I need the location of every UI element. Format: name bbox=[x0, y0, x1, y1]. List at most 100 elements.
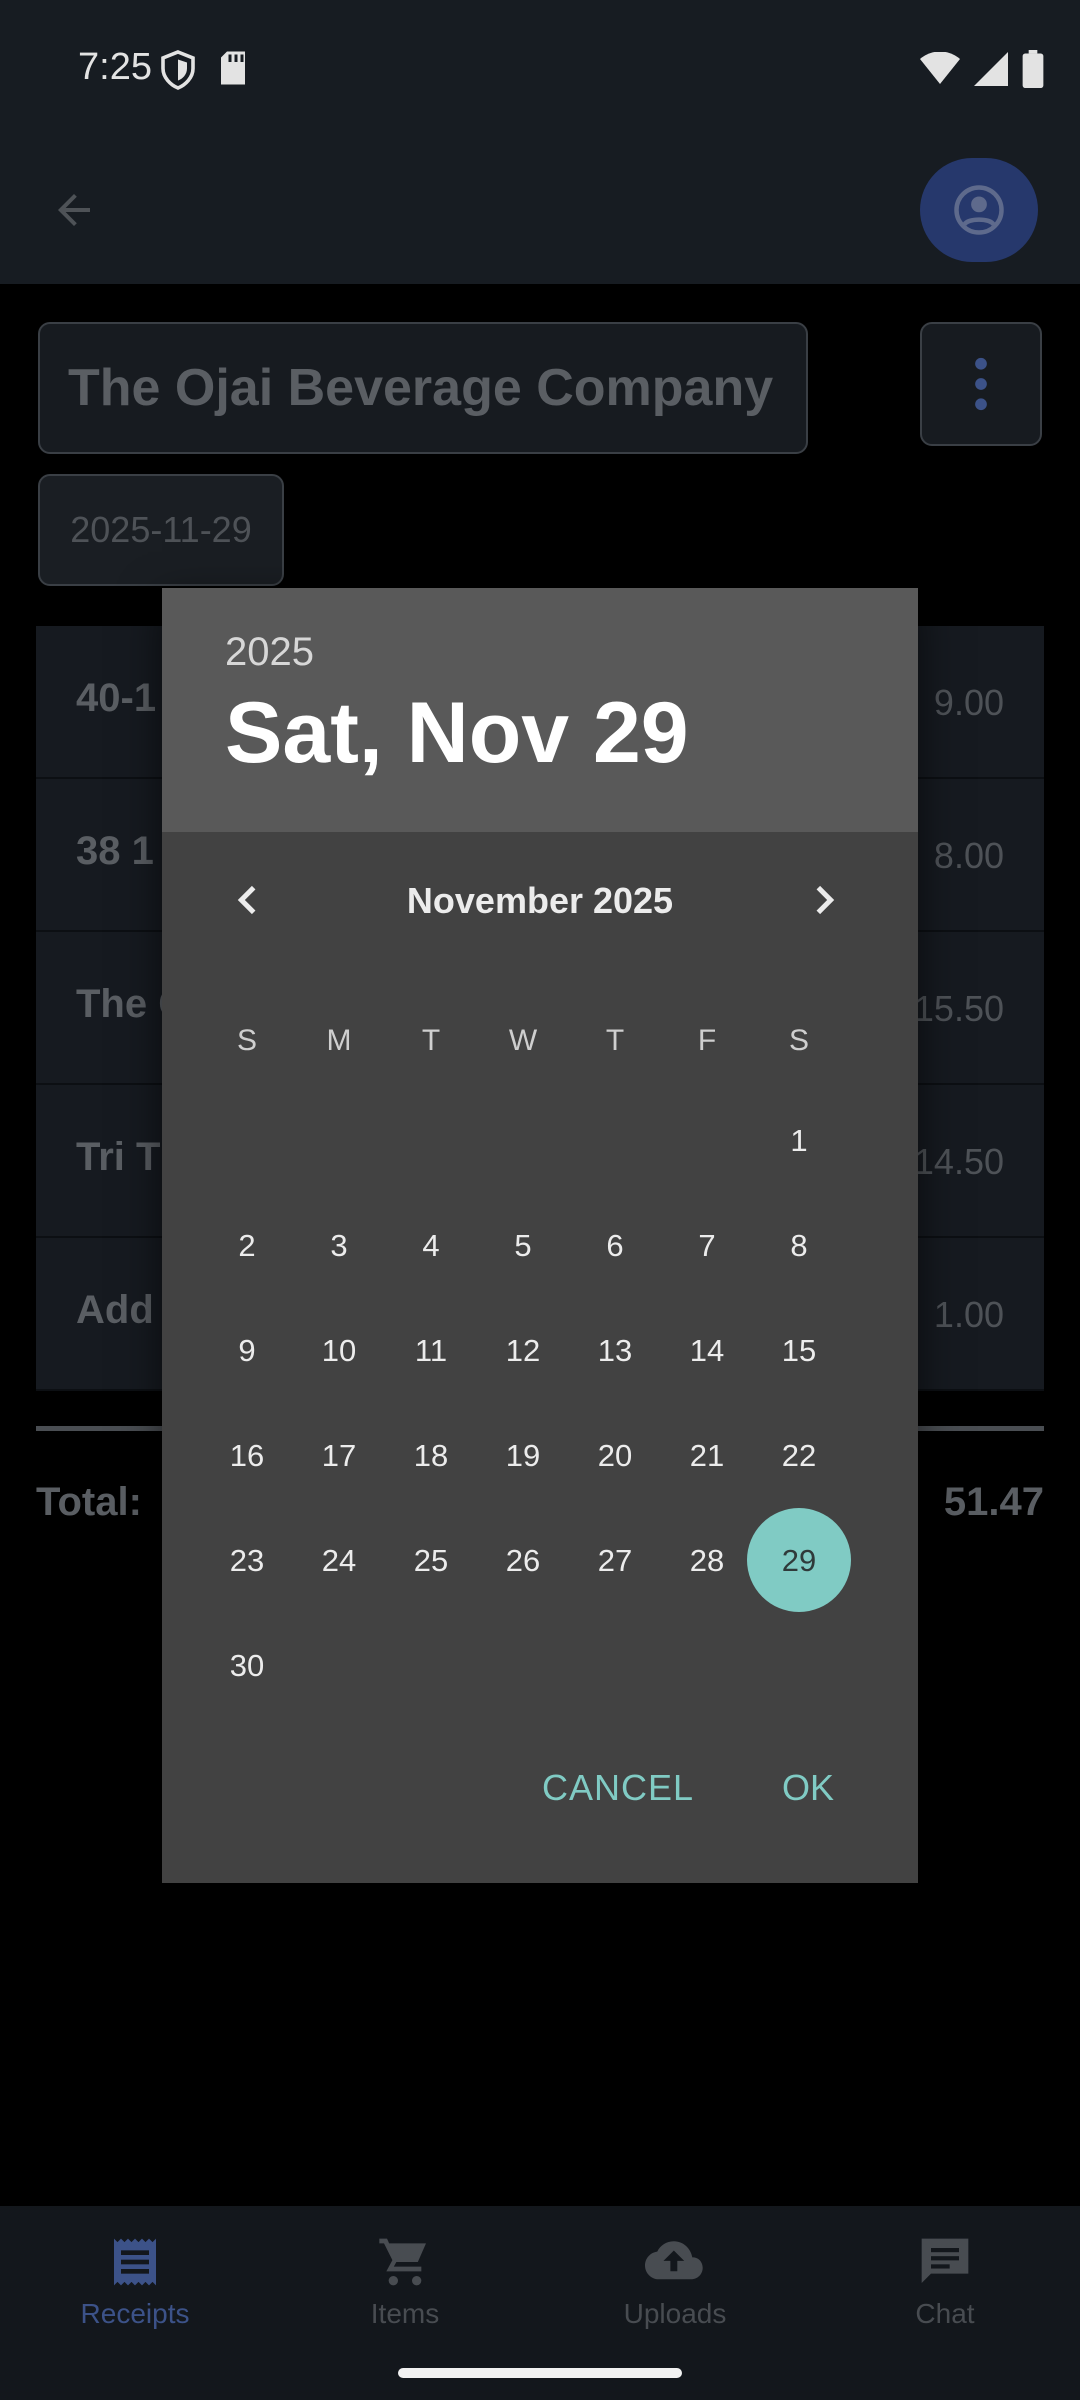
dialog-actions: CANCEL OK bbox=[162, 1748, 918, 1828]
header-selected-date: Sat, Nov 29 bbox=[225, 685, 689, 781]
calendar-day-label: 13 bbox=[597, 1332, 633, 1368]
calendar-day-label: 20 bbox=[597, 1437, 633, 1473]
item-price: 1.00 bbox=[933, 1294, 1004, 1335]
item-name: Tri T bbox=[76, 1135, 161, 1179]
calendar-day-label: 2 bbox=[238, 1227, 256, 1263]
shield-icon bbox=[161, 50, 195, 90]
calendar-day-label: 15 bbox=[781, 1332, 817, 1368]
nav-item-receipts[interactable]: Receipts bbox=[0, 2206, 270, 2400]
next-month-button[interactable] bbox=[794, 870, 854, 930]
calendar-day[interactable]: 24 bbox=[293, 1508, 385, 1613]
calendar-day[interactable]: 19 bbox=[477, 1403, 569, 1508]
weekday-header: S M T W T F S bbox=[201, 1024, 879, 1064]
item-price: 14.50 bbox=[913, 1141, 1004, 1182]
calendar-day[interactable]: 4 bbox=[385, 1193, 477, 1298]
item-name: 38 1 bbox=[76, 829, 154, 873]
calendar-day[interactable]: 12 bbox=[477, 1298, 569, 1403]
calendar-day[interactable]: 20 bbox=[569, 1403, 661, 1508]
calendar-day-label: 8 bbox=[790, 1227, 808, 1263]
calendar-day[interactable]: 30 bbox=[201, 1613, 293, 1718]
calendar-day[interactable]: 11 bbox=[385, 1298, 477, 1403]
merchant-field[interactable]: The Ojai Beverage Company bbox=[38, 322, 808, 454]
item-price: 8.00 bbox=[933, 835, 1004, 876]
calendar-day-label: 3 bbox=[330, 1227, 348, 1263]
calendar-day[interactable]: 8 bbox=[753, 1193, 845, 1298]
app-bar bbox=[0, 136, 1080, 284]
date-picker-dialog: 2025 Sat, Nov 29 November 2025 S M T W T… bbox=[162, 588, 918, 1883]
back-button[interactable] bbox=[40, 176, 108, 244]
calendar-day[interactable]: 1 bbox=[753, 1088, 845, 1193]
calendar-day[interactable]: 21 bbox=[661, 1403, 753, 1508]
calendar-day-label: 30 bbox=[229, 1647, 265, 1683]
calendar-day-label: 24 bbox=[321, 1542, 357, 1578]
calendar-day-label: 12 bbox=[505, 1332, 541, 1368]
account-button[interactable] bbox=[920, 158, 1038, 262]
calendar-day-label: 7 bbox=[698, 1227, 716, 1263]
calendar-day-selected[interactable]: 29 bbox=[747, 1508, 851, 1613]
calendar-day[interactable]: 26 bbox=[477, 1508, 569, 1613]
sd-card-icon bbox=[221, 51, 245, 85]
calendar-day[interactable]: 13 bbox=[569, 1298, 661, 1403]
calendar-day[interactable]: 15 bbox=[753, 1298, 845, 1403]
calendar-day-label: 11 bbox=[414, 1332, 448, 1368]
calendar-day[interactable]: 3 bbox=[293, 1193, 385, 1298]
cart-icon bbox=[379, 2238, 426, 2286]
calendar-day-label: 18 bbox=[413, 1437, 449, 1473]
calendar-day-label: 9 bbox=[238, 1332, 256, 1368]
month-navigation: November 2025 bbox=[162, 850, 918, 950]
nav-label: Uploads bbox=[623, 2298, 727, 2329]
account-circle-icon bbox=[954, 185, 1004, 235]
header-year[interactable]: 2025 bbox=[225, 630, 314, 675]
date-picker-header: 2025 Sat, Nov 29 bbox=[162, 588, 918, 832]
more-options-button[interactable] bbox=[920, 322, 1042, 446]
calendar-day[interactable]: 2 bbox=[201, 1193, 293, 1298]
signal-icon bbox=[974, 52, 1008, 86]
wifi-icon bbox=[920, 52, 960, 84]
calendar-day-label: 17 bbox=[321, 1437, 357, 1473]
calendar-day[interactable]: 27 bbox=[569, 1508, 661, 1613]
calendar-day[interactable]: 28 bbox=[661, 1508, 753, 1613]
calendar-day[interactable]: 14 bbox=[661, 1298, 753, 1403]
ok-button[interactable]: OK bbox=[772, 1748, 844, 1828]
nav-label: Receipts bbox=[80, 2298, 190, 2329]
calendar-day-label: 26 bbox=[505, 1542, 541, 1578]
cancel-button[interactable]: CANCEL bbox=[532, 1748, 704, 1828]
total-value: 51.47 bbox=[943, 1480, 1044, 1524]
item-name: Add bbox=[76, 1288, 154, 1332]
item-name: 40-1 bbox=[76, 676, 157, 720]
calendar-day[interactable]: 6 bbox=[569, 1193, 661, 1298]
calendar-day[interactable]: 16 bbox=[201, 1403, 293, 1508]
chat-icon bbox=[921, 2238, 969, 2283]
calendar-day-label: 16 bbox=[229, 1437, 265, 1473]
nav-item-chat[interactable]: Chat bbox=[810, 2206, 1080, 2400]
battery-icon bbox=[1022, 50, 1044, 88]
calendar-day-label: 14 bbox=[689, 1332, 725, 1368]
calendar-day[interactable]: 10 bbox=[293, 1298, 385, 1403]
weekday-label: M bbox=[326, 1024, 352, 1057]
calendar-day[interactable]: 9 bbox=[201, 1298, 293, 1403]
calendar-day[interactable]: 25 bbox=[385, 1508, 477, 1613]
calendar-day[interactable]: 17 bbox=[293, 1403, 385, 1508]
calendar-day-label: 29 bbox=[781, 1542, 817, 1578]
calendar-day-label: 28 bbox=[689, 1542, 725, 1578]
nav-label: Chat bbox=[915, 2298, 975, 2329]
chevron-right-icon bbox=[816, 885, 835, 915]
calendar-day-label: 6 bbox=[606, 1227, 624, 1263]
calendar-day[interactable]: 5 bbox=[477, 1193, 569, 1298]
status-time: 7:25 bbox=[78, 46, 152, 88]
calendar-day[interactable]: 7 bbox=[661, 1193, 753, 1298]
date-field[interactable]: 2025-11-29 bbox=[38, 474, 284, 586]
calendar-day[interactable]: 23 bbox=[201, 1508, 293, 1613]
calendar-day-label: 23 bbox=[229, 1542, 265, 1578]
weekday-label: T bbox=[605, 1024, 625, 1057]
item-price: 9.00 bbox=[933, 682, 1004, 723]
calendar-day[interactable]: 22 bbox=[753, 1403, 845, 1508]
home-indicator[interactable] bbox=[398, 2368, 682, 2378]
calendar-day-label: 22 bbox=[781, 1437, 817, 1473]
more-vert-icon bbox=[975, 357, 987, 411]
nav-label: Items bbox=[370, 2298, 440, 2329]
calendar-day[interactable]: 18 bbox=[385, 1403, 477, 1508]
calendar-day-label: 19 bbox=[505, 1437, 541, 1473]
arrow-back-icon bbox=[58, 194, 90, 226]
weekday-label: S bbox=[788, 1024, 809, 1057]
